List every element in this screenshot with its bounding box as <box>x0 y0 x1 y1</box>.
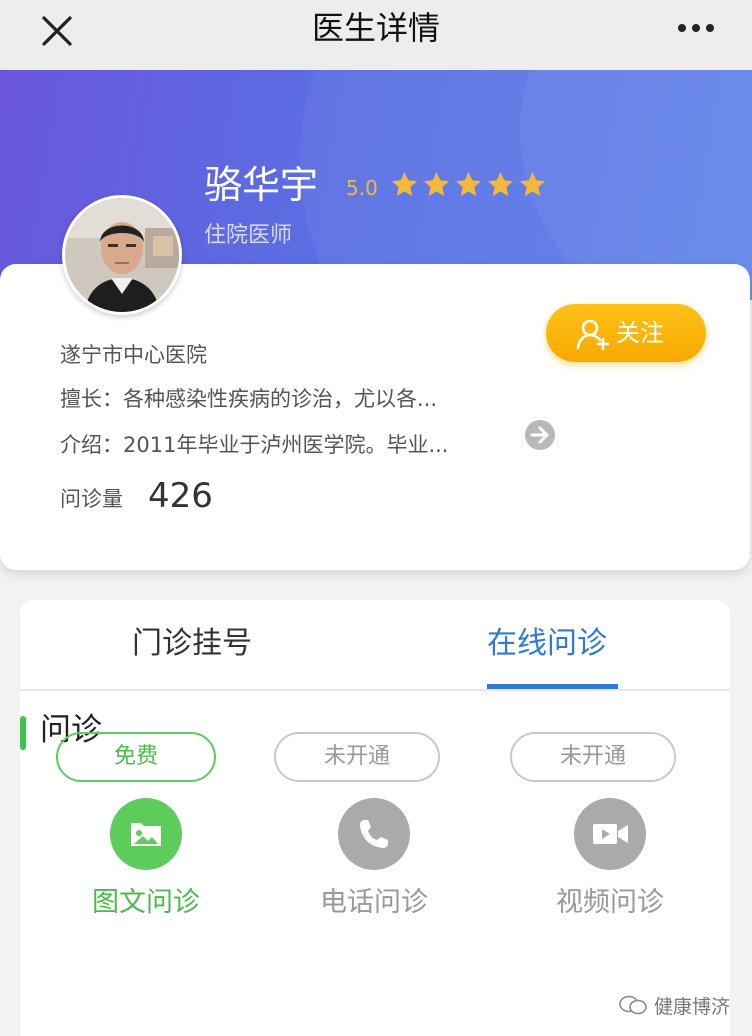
consultation-service-card: 门诊挂号 在线问诊 问诊 图文问诊 免费 电话问诊 未开通 视频问诊 未开通 <box>20 600 730 1036</box>
page-title: 医生详情 <box>311 9 440 47</box>
avatar-image <box>65 198 179 312</box>
watermark-text: 健康博济 <box>654 995 731 1018</box>
doctor-specialty: 擅长：各种感染性疾病的诊治，尤以各... <box>60 387 438 411</box>
follow-button[interactable]: 关注 <box>546 304 706 362</box>
tab-outpatient-registration[interactable]: 门诊挂号 <box>132 622 252 666</box>
service-icon-button[interactable] <box>338 798 410 870</box>
service-phone-consultation: 电话问诊 <box>274 798 474 998</box>
follow-user-icon <box>576 319 610 350</box>
wechat-icon <box>619 995 647 1015</box>
star-icon <box>519 171 546 197</box>
tab-divider <box>20 689 730 691</box>
hospital-name: 遂宁市中心医院 <box>60 343 207 367</box>
star-icon <box>487 171 514 197</box>
service-icon-button[interactable] <box>574 798 646 870</box>
service-video-consultation: 视频问诊 <box>510 798 710 998</box>
consult-count-value: 426 <box>148 476 213 516</box>
section-accent-bar <box>20 716 26 750</box>
not-available-badge[interactable]: 未开通 <box>274 732 440 782</box>
doctor-intro: 介绍：2011年毕业于泸州医学院。毕业... <box>60 433 449 457</box>
star-icon <box>423 171 450 197</box>
star-icon <box>391 171 418 197</box>
top-nav-bar: 医生详情 <box>0 0 752 70</box>
video-camera-icon <box>593 824 628 844</box>
free-badge[interactable]: 免费 <box>56 732 216 782</box>
watermark: 健康博济 <box>618 990 730 1020</box>
doctor-title: 住院医师 <box>204 223 293 248</box>
doctor-name: 骆华宇 <box>204 163 319 207</box>
service-icon-button[interactable] <box>110 798 182 870</box>
image-folder-icon <box>131 823 161 846</box>
follow-button-label: 关注 <box>616 319 664 347</box>
not-available-badge[interactable]: 未开通 <box>510 732 676 782</box>
rating-score: 5.0 <box>346 176 378 200</box>
phone-icon <box>360 820 388 848</box>
tab-online-consultation[interactable]: 在线问诊 <box>487 622 607 666</box>
service-label: 图文问诊 <box>92 887 200 918</box>
service-label: 电话问诊 <box>320 887 428 918</box>
doctor-avatar <box>62 195 182 315</box>
consult-count-label: 问诊量 <box>60 487 123 511</box>
rating-stars <box>390 170 547 199</box>
star-icon <box>455 171 482 197</box>
service-text-consultation: 图文问诊 <box>46 798 246 998</box>
service-label: 视频问诊 <box>556 887 664 918</box>
more-dots-icon[interactable] <box>676 14 716 42</box>
arrow-right-circle-icon[interactable] <box>524 419 556 451</box>
